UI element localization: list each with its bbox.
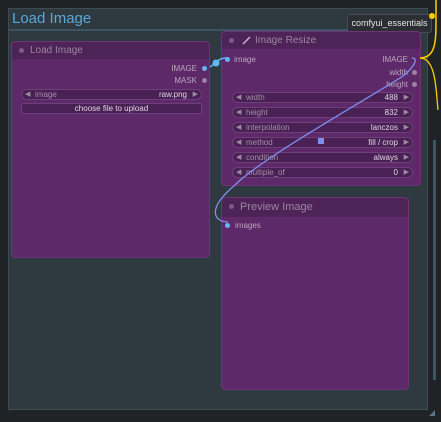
input-images-slot[interactable] — [225, 223, 230, 228]
upload-button[interactable]: choose file to upload — [21, 103, 202, 114]
output-image-label: IMAGE — [382, 55, 408, 64]
output-width-label: width — [389, 68, 408, 77]
widget-label: height — [246, 108, 268, 117]
output-mask-slot[interactable] — [202, 78, 207, 83]
image-resize-header[interactable]: Image Resize — [222, 32, 420, 49]
image-resize-node[interactable]: Image Resize image IMAGE width height ◀ … — [221, 31, 421, 186]
widget-label: method — [246, 138, 273, 147]
widget-label: condition — [246, 153, 279, 162]
arrow-left-icon[interactable]: ◀ — [236, 138, 241, 147]
arrow-right-icon[interactable]: ▶ — [404, 123, 409, 132]
preview-image-title: Preview Image — [240, 201, 313, 213]
widget-value: raw.png — [158, 90, 187, 99]
image-select-widget[interactable]: ◀ image raw.png ▶ — [21, 89, 202, 100]
arrow-right-icon[interactable]: ▶ — [404, 138, 409, 147]
arrow-right-icon[interactable]: ▶ — [404, 153, 409, 162]
widget-value: fill / crop — [368, 138, 398, 147]
widget-value: 488 — [384, 93, 398, 102]
method-widget[interactable]: ◀ method fill / crop ▶ — [232, 137, 413, 148]
arrow-right-icon[interactable]: ▶ — [404, 168, 409, 177]
widget-label: interpolation — [246, 123, 290, 132]
arrow-right-icon[interactable]: ▶ — [404, 108, 409, 117]
group-title[interactable]: Load Image — [12, 10, 91, 27]
collapse-dot-icon[interactable] — [229, 38, 234, 43]
arrow-right-icon[interactable]: ▶ — [404, 93, 409, 102]
condition-widget[interactable]: ◀ condition always ▶ — [232, 152, 413, 163]
output-mask-label: MASK — [174, 76, 197, 85]
arrow-left-icon[interactable]: ◀ — [236, 168, 241, 177]
arrow-left-icon[interactable]: ◀ — [236, 93, 241, 102]
widget-label: image — [35, 90, 57, 99]
load-image-header[interactable]: Load Image — [12, 42, 209, 59]
load-image-title: Load Image — [30, 45, 83, 56]
arrow-right-icon[interactable]: ▶ — [193, 90, 198, 99]
output-height-slot[interactable] — [412, 82, 417, 87]
input-images-label: images — [235, 221, 261, 230]
widget-label: multiple_of — [246, 168, 285, 177]
height-widget[interactable]: ◀ height 832 ▶ — [232, 107, 413, 118]
output-height-label: height — [386, 80, 408, 89]
widget-value: 832 — [384, 108, 398, 117]
multiple-of-widget[interactable]: ◀ multiple_of 0 ▶ — [232, 167, 413, 178]
widget-value: 0 — [393, 168, 398, 177]
widget-value: always — [373, 153, 398, 162]
output-image-label: IMAGE — [171, 64, 197, 73]
group-resize-handle[interactable] — [429, 410, 435, 416]
arrow-left-icon[interactable]: ◀ — [236, 153, 241, 162]
collapse-dot-icon[interactable] — [229, 204, 234, 209]
preview-image-node[interactable]: Preview Image images — [221, 197, 409, 390]
width-widget[interactable]: ◀ width 488 ▶ — [232, 92, 413, 103]
link-icon — [242, 36, 251, 45]
arrow-left-icon[interactable]: ◀ — [236, 123, 241, 132]
widget-label: width — [246, 93, 265, 102]
image-resize-title: Image Resize — [255, 35, 317, 46]
collapse-dot-icon[interactable] — [19, 48, 24, 53]
preview-image-header[interactable]: Preview Image — [222, 198, 408, 217]
widget-value: lanczos — [370, 123, 398, 132]
arrow-left-icon[interactable]: ◀ — [25, 90, 30, 99]
arrow-left-icon[interactable]: ◀ — [236, 108, 241, 117]
load-image-node[interactable]: Load Image IMAGE MASK ◀ image raw.png ▶ … — [11, 41, 210, 258]
output-width-slot[interactable] — [412, 70, 417, 75]
link-bundle — [433, 140, 436, 380]
input-image-label: image — [234, 55, 256, 64]
output-image-slot[interactable] — [202, 66, 207, 71]
input-image-slot[interactable] — [225, 57, 230, 62]
interpolation-widget[interactable]: ◀ interpolation lanczos ▶ — [232, 122, 413, 133]
